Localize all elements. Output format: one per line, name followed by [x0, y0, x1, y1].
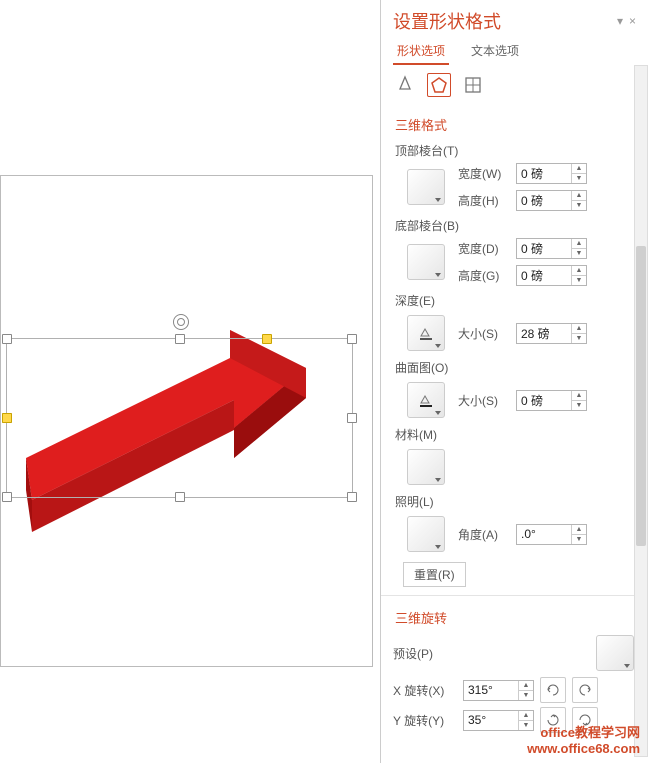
label-top-bevel-height: 高度(H) — [458, 192, 510, 209]
y-rotate-down-icon[interactable] — [572, 707, 598, 733]
input-y-rotation[interactable]: ▲▼ — [463, 710, 534, 731]
adjust-handle-2[interactable] — [262, 334, 272, 344]
tab-shape-options[interactable]: 形状选项 — [393, 38, 449, 65]
material-picker[interactable] — [407, 449, 445, 485]
scrollbar-thumb[interactable] — [636, 246, 646, 546]
pane-close[interactable]: × — [629, 14, 636, 28]
label-top-bevel-width: 宽度(W) — [458, 165, 510, 182]
category-fill-line-icon[interactable] — [393, 73, 417, 97]
label-x-rotation: X 旋转(X) — [393, 682, 457, 699]
y-rotate-up-icon[interactable] — [540, 707, 566, 733]
reset-button[interactable]: 重置(R) — [403, 562, 466, 587]
input-top-bevel-width[interactable]: ▲▼ — [516, 163, 587, 184]
rotate-handle[interactable] — [173, 314, 189, 330]
section-3d-format[interactable]: 三维格式 — [393, 109, 636, 138]
divider — [381, 595, 648, 596]
handle-mid-right[interactable] — [347, 413, 357, 423]
category-size-icon[interactable] — [461, 73, 485, 97]
label-material: 材料(M) — [393, 422, 636, 445]
input-top-bevel-height[interactable]: ▲▼ — [516, 190, 587, 211]
input-x-rotation[interactable]: ▲▼ — [463, 680, 534, 701]
input-bottom-bevel-height[interactable]: ▲▼ — [516, 265, 587, 286]
handle-bottom-left[interactable] — [2, 492, 12, 502]
adjust-handle-1[interactable] — [2, 413, 12, 423]
bottom-bevel-picker[interactable] — [407, 244, 445, 280]
pane-dropdown[interactable]: ▾ — [617, 14, 623, 28]
top-bevel-picker[interactable] — [407, 169, 445, 205]
x-rotate-right-icon[interactable] — [572, 677, 598, 703]
handle-top-right[interactable] — [347, 334, 357, 344]
scrollbar-outer[interactable] — [634, 65, 648, 757]
label-bottom-bevel-width: 宽度(D) — [458, 240, 510, 257]
input-bottom-bevel-width[interactable]: ▲▼ — [516, 238, 587, 259]
input-depth-size[interactable]: ▲▼ — [516, 323, 587, 344]
slide-canvas[interactable] — [0, 0, 380, 763]
handle-bottom-mid[interactable] — [175, 492, 185, 502]
tab-text-options[interactable]: 文本选项 — [467, 38, 523, 65]
label-bottom-bevel: 底部棱台(B) — [393, 213, 636, 236]
input-contour-size[interactable]: ▲▼ — [516, 390, 587, 411]
lighting-picker[interactable] — [407, 516, 445, 552]
label-lighting: 照明(L) — [393, 489, 636, 512]
label-lighting-angle: 角度(A) — [458, 526, 510, 543]
rotation-preset-picker[interactable] — [596, 635, 634, 671]
label-preset: 预设(P) — [393, 645, 433, 662]
input-lighting-angle[interactable]: ▲▼ — [516, 524, 587, 545]
label-depth: 深度(E) — [393, 288, 636, 311]
section-3d-rotation[interactable]: 三维旋转 — [393, 602, 636, 631]
contour-color-picker[interactable] — [407, 382, 445, 418]
label-top-bevel: 顶部棱台(T) — [393, 138, 636, 161]
selection-frame[interactable] — [6, 338, 353, 498]
depth-color-picker[interactable] — [407, 315, 445, 351]
label-contour: 曲面图(O) — [393, 355, 636, 378]
x-rotate-left-icon[interactable] — [540, 677, 566, 703]
label-contour-size: 大小(S) — [458, 392, 510, 409]
format-shape-pane: 设置形状格式 ▾ × 形状选项 文本选项 三维格式 顶部棱台(T) — [380, 0, 648, 763]
label-depth-size: 大小(S) — [458, 325, 510, 342]
pane-title: 设置形状格式 — [393, 8, 611, 34]
handle-top-mid[interactable] — [175, 334, 185, 344]
label-y-rotation: Y 旋转(Y) — [393, 712, 457, 729]
label-bottom-bevel-height: 高度(G) — [458, 267, 510, 284]
handle-top-left[interactable] — [2, 334, 12, 344]
category-effects-icon[interactable] — [427, 73, 451, 97]
handle-bottom-right[interactable] — [347, 492, 357, 502]
